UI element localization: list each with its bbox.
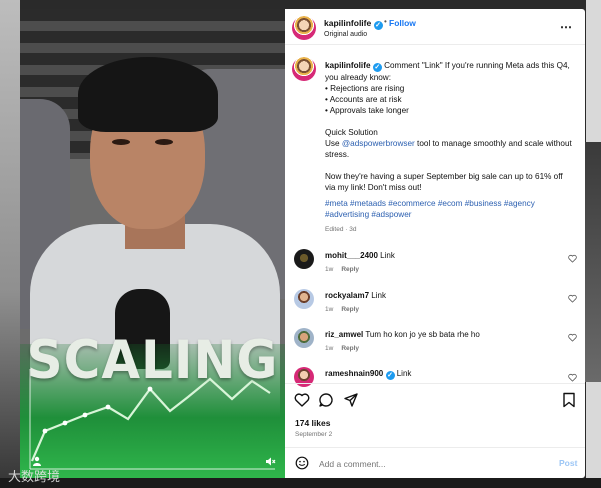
comment-age: 1w — [325, 306, 334, 313]
header-divider — [285, 44, 585, 45]
verified-badge-icon: ✓ — [373, 21, 383, 30]
like-comment-icon[interactable] — [568, 373, 577, 382]
person-eye-left — [112, 139, 130, 145]
comment-meta: 1w Reply — [325, 345, 359, 352]
comment-meta: 1w Reply — [325, 306, 359, 313]
follow-button[interactable]: Follow — [389, 18, 416, 28]
caption-sale-text: Now they're having a super September big… — [325, 172, 563, 192]
comment-icon[interactable] — [318, 392, 334, 408]
caption: kapilinfolife ✓ Comment "Link" If you're… — [325, 60, 575, 220]
comment: rameshnain900 ✓ Link — [325, 369, 411, 380]
more-icon[interactable]: ⋯ — [560, 20, 573, 34]
comment-text: Link — [371, 291, 386, 300]
video-overlay-text: SCALING — [26, 329, 279, 391]
comment-avatar[interactable] — [294, 328, 314, 348]
comment-text: Link — [380, 251, 395, 260]
caption-avatar[interactable] — [292, 57, 316, 81]
caption-bullet: • Rejections are rising — [325, 84, 405, 93]
caption-bullet: • Approvals take longer — [325, 106, 409, 115]
comment: riz_amwel Tum ho kon jo ye sb bata rhe h… — [325, 330, 480, 339]
caption-solution-title: Quick Solution — [325, 128, 378, 137]
reply-button[interactable]: Reply — [341, 306, 359, 313]
comment-avatar[interactable] — [294, 367, 314, 387]
caption-username[interactable]: kapilinfolife ✓ — [325, 61, 382, 72]
share-icon[interactable] — [343, 392, 359, 408]
like-icon[interactable] — [294, 392, 310, 408]
comment: rockyalam7 Link — [325, 291, 386, 300]
reply-button[interactable]: Reply — [341, 345, 359, 352]
verified-badge-icon: ✓ — [372, 63, 382, 72]
like-comment-icon[interactable] — [568, 333, 577, 342]
footer-divider — [285, 447, 585, 448]
comment-age: 1w — [325, 345, 334, 352]
comment-avatar[interactable] — [294, 289, 314, 309]
comment-text: Tum ho kon jo ye sb bata rhe ho — [365, 330, 480, 339]
separator-dot: • — [384, 17, 387, 26]
post-date: September 2 — [295, 431, 333, 438]
comment-avatar[interactable] — [294, 249, 314, 269]
save-icon[interactable] — [562, 392, 576, 408]
edited-timestamp: Edited · 3d — [325, 226, 357, 233]
verified-badge-icon: ✓ — [385, 371, 395, 380]
reply-button[interactable]: Reply — [341, 266, 359, 273]
like-comment-icon[interactable] — [568, 294, 577, 303]
like-count[interactable]: 174 likes — [295, 418, 330, 428]
comment-input[interactable] — [319, 458, 549, 470]
comment-meta: 1w Reply — [325, 266, 359, 273]
author-avatar[interactable] — [292, 16, 316, 40]
next-post-preview[interactable] — [585, 142, 601, 382]
backdrop-left-strip — [0, 0, 20, 488]
reel-video[interactable]: SCALING — [20, 9, 285, 478]
hashtags[interactable]: #meta #metaads #ecommerce #ecom #busines… — [325, 198, 575, 220]
comment-username[interactable]: rameshnain900 ✓ — [325, 369, 395, 380]
author-username[interactable]: kapilinfolife ✓ — [324, 18, 383, 30]
backdrop-bottom-strip — [0, 478, 601, 488]
comment-text: Link — [396, 369, 412, 378]
comment-username[interactable]: riz_amwel — [325, 330, 363, 339]
audio-label[interactable]: Original audio — [324, 31, 367, 38]
person-hair — [78, 57, 218, 132]
like-comment-icon[interactable] — [568, 254, 577, 263]
comment-age: 1w — [325, 266, 334, 273]
post-comment-button[interactable]: Post — [559, 458, 577, 468]
caption-use-line: Use @adspowerbrowser tool to manage smoo… — [325, 139, 572, 159]
person-eye-right — [155, 139, 173, 145]
caption-bullet: • Accounts are at risk — [325, 95, 402, 104]
emoji-icon[interactable] — [295, 456, 309, 470]
watermark: 大数跨境 — [8, 470, 61, 485]
comment-username[interactable]: mohit___2400 — [325, 251, 378, 260]
mention-link[interactable]: @adspowerbrowser — [342, 139, 415, 148]
comment: mohit___2400 Link — [325, 251, 395, 260]
mute-icon[interactable] — [263, 456, 277, 470]
comments-divider — [285, 383, 585, 384]
comment-username[interactable]: rockyalam7 — [325, 291, 369, 300]
